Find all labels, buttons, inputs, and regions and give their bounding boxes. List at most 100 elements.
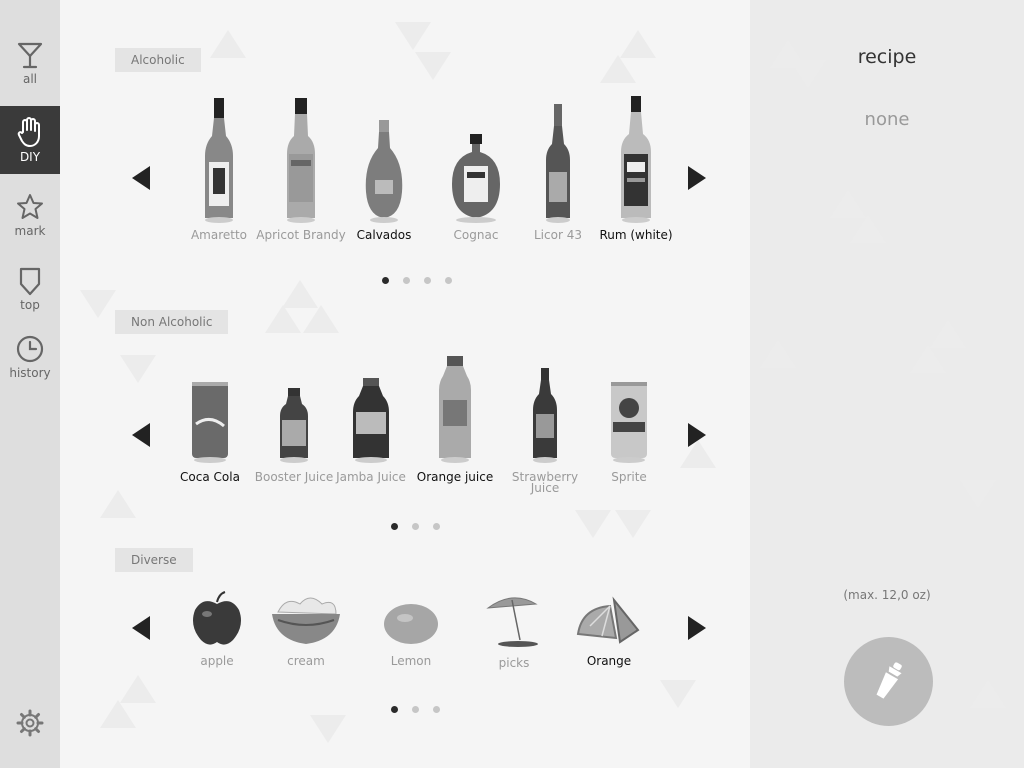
nav-item-mark[interactable]: mark (0, 192, 60, 260)
non-alcoholic-prev-button[interactable] (130, 422, 152, 448)
juice-bottle-icon (280, 388, 308, 463)
bg-triangle (760, 340, 796, 368)
gear-icon (16, 709, 44, 737)
ingredient-name: Calvados (356, 228, 412, 242)
juice-bottle-icon (439, 356, 471, 463)
diverse-next-button[interactable] (686, 615, 708, 641)
alcoholic-next-button[interactable] (686, 165, 708, 191)
ingredient-item[interactable]: Coca Cola (165, 354, 255, 483)
page-dot[interactable] (433, 523, 440, 530)
section-label-diverse: Diverse (115, 548, 193, 572)
hand-icon (17, 117, 40, 147)
settings-button[interactable] (15, 708, 45, 738)
bg-triangle (960, 480, 996, 508)
diverse-page-dots (391, 706, 454, 716)
arrow-left-icon (132, 423, 150, 447)
bg-triangle (310, 715, 346, 743)
bg-triangle (100, 490, 136, 518)
page-dot[interactable] (433, 706, 440, 713)
ingredient-name: picks (498, 656, 530, 670)
nav-item-history[interactable]: history (0, 334, 60, 402)
bg-triangle (100, 700, 136, 728)
ingredient-item[interactable]: Cognac (431, 96, 521, 241)
bg-triangle (850, 215, 886, 243)
bg-triangle (80, 290, 116, 318)
bg-triangle (120, 675, 156, 703)
ingredient-name: Orange juice (416, 470, 494, 484)
ingredient-name: Licor 43 (534, 228, 582, 242)
ingredient-name: Strawberry Juice (511, 470, 579, 495)
page-dot[interactable] (412, 523, 419, 530)
ingredient-item[interactable]: Orange (564, 590, 654, 667)
recipe-capacity: (max. 12,0 oz) (843, 588, 931, 602)
ingredient-item[interactable]: Calvados (339, 96, 429, 241)
shake-button[interactable] (844, 637, 933, 726)
ingredient-name: Sprite (611, 470, 647, 484)
ingredient-item[interactable]: Rum (white) (591, 96, 681, 241)
page-dot[interactable] (403, 277, 410, 284)
ingredient-item[interactable]: Licor 43 (513, 96, 603, 241)
nav-item-diy[interactable]: DIY (0, 106, 60, 174)
diverse-prev-button[interactable] (130, 615, 152, 641)
ingredient-name: Apricot Brandy (256, 228, 346, 242)
page-dot[interactable] (445, 277, 452, 284)
page-dot[interactable] (424, 277, 431, 284)
ingredient-item[interactable]: picks (469, 590, 559, 669)
bottle-icon (452, 134, 500, 223)
non-alcoholic-next-button[interactable] (686, 422, 708, 448)
ingredient-name: Orange (586, 654, 632, 668)
ingredient-item[interactable]: Jamba Juice (326, 354, 416, 483)
ingredient-item[interactable]: Orange juice (410, 354, 500, 483)
bottle-icon (287, 98, 315, 223)
ingredient-item[interactable]: cream (261, 590, 351, 667)
recipe-content: none (864, 109, 910, 130)
alcoholic-prev-button[interactable] (130, 165, 152, 191)
orange-slice-icon (576, 596, 640, 644)
bg-triangle (600, 55, 636, 83)
ingredient-item[interactable]: apple (172, 590, 262, 667)
nav-label-mark: mark (14, 224, 46, 238)
nav-item-top[interactable]: top (0, 266, 60, 334)
apple-icon (193, 591, 241, 645)
juice-bottle-icon (533, 368, 557, 463)
ingredient-name: Lemon (390, 654, 432, 668)
ingredient-item[interactable]: Amaretto (174, 96, 264, 241)
cocktail-shaker-icon (876, 662, 902, 699)
bottle-icon (621, 96, 651, 223)
bg-triangle (120, 355, 156, 383)
ingredient-item[interactable]: Lemon (366, 590, 456, 667)
recipe-title: recipe (857, 46, 917, 68)
page-dot[interactable] (391, 706, 398, 713)
ingredient-name: Jamba Juice (336, 470, 406, 484)
nav-item-all[interactable]: all (0, 40, 60, 108)
page-dot[interactable] (391, 523, 398, 530)
bg-triangle (415, 52, 451, 80)
bg-triangle (575, 510, 611, 538)
bg-triangle (970, 680, 1006, 708)
juice-bottle-icon (353, 378, 389, 463)
ingredient-item[interactable]: Apricot Brandy (256, 96, 346, 241)
lemon-icon (384, 604, 438, 644)
ingredient-browser: Alcoholic Amaretto Apricot Brandy Calvad… (60, 0, 750, 768)
alcoholic-page-dots (382, 277, 466, 287)
cocktail-umbrella-icon (486, 597, 538, 647)
bg-triangle (265, 305, 301, 333)
nav-label-history: history (9, 366, 51, 380)
arrow-left-icon (132, 616, 150, 640)
ingredient-name: Cognac (453, 228, 499, 242)
cream-bowl-icon (272, 597, 340, 644)
non-alcoholic-page-dots (391, 523, 454, 533)
ingredient-name: apple (200, 654, 234, 668)
soda-can-icon (611, 382, 647, 463)
bg-triangle (930, 320, 966, 348)
page-dot[interactable] (412, 706, 419, 713)
shield-icon (19, 267, 41, 296)
ingredient-name: cream (287, 654, 325, 668)
ingredient-item[interactable]: Strawberry Juice (500, 354, 590, 494)
bg-triangle (660, 680, 696, 708)
page-dot[interactable] (382, 277, 389, 284)
bg-triangle (395, 22, 431, 50)
ingredient-name: Rum (white) (599, 228, 673, 242)
bg-triangle (282, 280, 318, 308)
ingredient-item[interactable]: Sprite (584, 354, 674, 483)
